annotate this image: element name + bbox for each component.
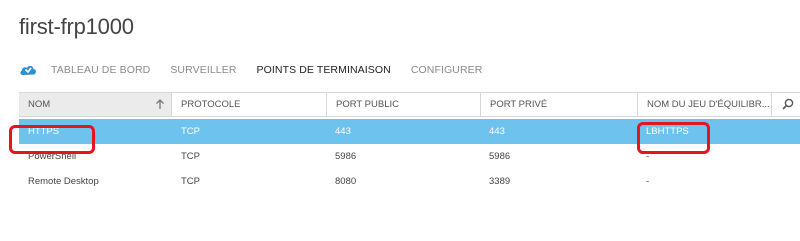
top-nav: TABLEAU DE BORD SURVEILLER POINTS DE TER…	[19, 60, 502, 80]
column-header-public-port[interactable]: PORT PUBLIC	[326, 93, 480, 116]
cell-name: Remote Desktop	[28, 176, 99, 187]
cell-lb-set: -	[646, 176, 650, 187]
cell-name: PowerShell	[28, 151, 77, 162]
cell-protocol: TCP	[181, 126, 200, 137]
table-row[interactable]: PowerShell TCP 5986 5986 -	[19, 144, 800, 169]
cloud-service-icon	[19, 63, 37, 77]
column-header-label: NOM	[28, 99, 51, 110]
cell-protocol: TCP	[181, 151, 200, 162]
cell-public-port: 443	[335, 126, 351, 137]
column-header-label: PORT PRIVÉ	[490, 99, 548, 110]
tab-endpoints[interactable]: POINTS DE TERMINAISON	[257, 64, 391, 76]
cell-protocol: TCP	[181, 176, 200, 187]
table-row[interactable]: HTTPS TCP 443 443 LBHTTPS	[19, 119, 800, 144]
cell-name: HTTPS	[28, 126, 60, 137]
column-header-protocol[interactable]: PROTOCOLE	[172, 93, 326, 116]
table-header: NOM PROTOCOLE PORT PUBLIC PORT PRIVÉ NOM…	[19, 92, 800, 117]
search-icon[interactable]	[782, 98, 794, 110]
cell-public-port: 8080	[335, 176, 357, 187]
column-header-label: NOM DU JEU D'ÉQUILIBR...	[647, 99, 770, 110]
cell-lb-set: -	[646, 151, 650, 162]
cell-private-port: 5986	[489, 151, 511, 162]
page-title: first-frp1000	[19, 14, 134, 39]
column-header-lb-set[interactable]: NOM DU JEU D'ÉQUILIBR...	[637, 93, 771, 116]
cell-lb-set: LBHTTPS	[646, 126, 689, 137]
endpoints-table: NOM PROTOCOLE PORT PUBLIC PORT PRIVÉ NOM…	[19, 92, 800, 194]
column-header-name[interactable]: NOM	[19, 93, 172, 116]
sort-up-arrow-icon[interactable]	[155, 99, 165, 110]
cell-public-port: 5986	[335, 151, 357, 162]
column-header-label: PORT PUBLIC	[336, 99, 400, 110]
column-header-private-port[interactable]: PORT PRIVÉ	[480, 93, 637, 116]
cell-private-port: 3389	[489, 176, 511, 187]
tab-configure[interactable]: CONFIGURER	[411, 64, 483, 76]
cell-private-port: 443	[489, 126, 505, 137]
table-row[interactable]: Remote Desktop TCP 8080 3389 -	[19, 169, 800, 194]
column-header-label: PROTOCOLE	[181, 99, 241, 110]
search-column	[771, 93, 800, 116]
tab-monitor[interactable]: SURVEILLER	[170, 64, 236, 76]
tab-dashboard[interactable]: TABLEAU DE BORD	[51, 64, 150, 76]
